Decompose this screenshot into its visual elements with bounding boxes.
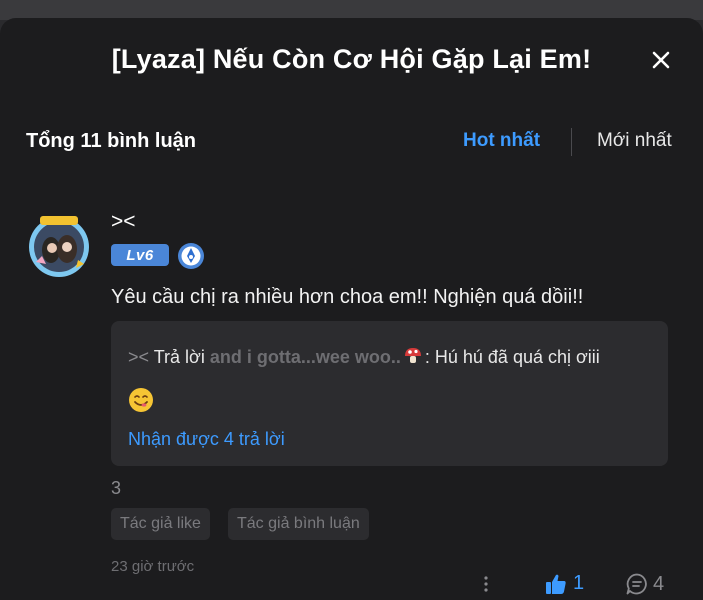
reply-text: : Hú hú đã quá chị ơiii [424, 347, 600, 367]
comment-text: Yêu cầu chị ra nhiều hơn choa em!! Nghiệ… [111, 286, 584, 308]
close-icon [652, 51, 670, 69]
sort-hot-tab[interactable]: Hot nhất [463, 130, 540, 152]
reply-line: >< Trả lời and i gotta...wee woo.. : Hú … [128, 346, 600, 368]
stray-number: 3 [111, 478, 122, 498]
backdrop [0, 0, 703, 20]
author-comment-tag: Tác giả bình luận [228, 508, 369, 540]
comment-bubble-icon [626, 573, 647, 595]
reply-author[interactable]: >< [128, 347, 149, 367]
author-like-tag: Tác giả like [111, 508, 210, 540]
vip-badge-icon [177, 242, 205, 270]
level-badge: Lv6 [111, 244, 169, 266]
sort-divider [571, 128, 572, 156]
smile-emoji-icon [128, 387, 154, 413]
timestamp: 23 giờ trước [111, 558, 195, 575]
dialog-title: [Lyaza] Nếu Còn Cơ Hội Gặp Lại Em! [111, 44, 592, 74]
like-count: 1 [573, 572, 585, 594]
more-vertical-icon[interactable] [483, 575, 489, 593]
more-replies-link[interactable]: Nhận được 4 trả lời [128, 429, 285, 450]
reply-verb: Trả lời [153, 347, 205, 367]
comment-total: Tổng 11 bình luận [26, 130, 196, 152]
sort-new-tab[interactable]: Mới nhất [597, 130, 672, 152]
mushroom-icon [403, 346, 423, 366]
reply-preview[interactable]: >< Trả lời and i gotta...wee woo.. : Hú … [111, 321, 668, 466]
comments-sheet: [Lyaza] Nếu Còn Cơ Hội Gặp Lại Em! Tổng … [0, 18, 703, 600]
reply-target[interactable]: and i gotta...wee woo.. [210, 347, 401, 367]
like-button[interactable]: 1 [545, 572, 584, 595]
thumbs-up-icon [546, 574, 566, 594]
avatar[interactable] [26, 212, 92, 278]
reply-button[interactable]: 4 [625, 572, 664, 596]
reply-count: 4 [653, 572, 665, 595]
close-button[interactable] [649, 48, 673, 72]
username[interactable]: >< [111, 210, 136, 234]
